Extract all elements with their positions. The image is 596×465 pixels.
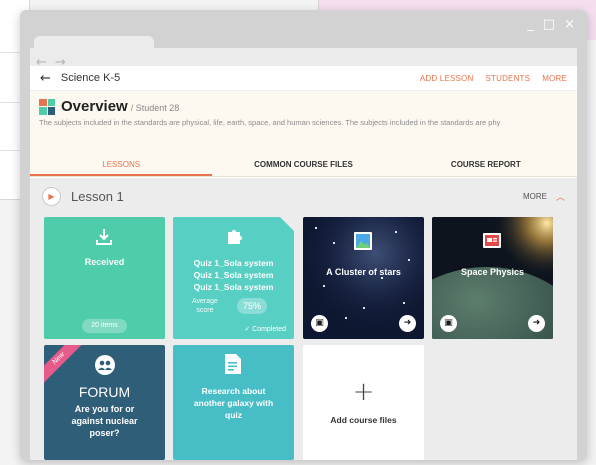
tab-common-course-files[interactable]: COMMON COURSE FILES	[212, 153, 394, 176]
star	[381, 277, 383, 279]
image-icon	[354, 232, 372, 250]
chevron-up-icon[interactable]: ︿	[556, 190, 565, 203]
course-header: ← Science K-5 ADD LESSON STUDENTS MORE	[30, 66, 577, 91]
card-title: Space Physics	[460, 267, 525, 277]
document-edit-icon	[225, 354, 241, 374]
image-type-icon[interactable]: ▣	[440, 315, 457, 332]
overview-section: Overview / Student 28 The subjects inclu…	[30, 91, 577, 153]
forum-card[interactable]: New FORUM Are you for or against nuclear…	[44, 345, 165, 460]
tab-bar: LESSONS COMMON COURSE FILES COURSE REPOR…	[30, 153, 577, 177]
more-link[interactable]: MORE	[542, 74, 567, 83]
card-title: Received	[84, 257, 125, 267]
slide-icon	[483, 233, 501, 248]
star	[333, 242, 335, 244]
students-link[interactable]: STUDENTS	[485, 74, 530, 83]
cluster-of-stars-card[interactable]: A Cluster of stars ▣ ➜	[303, 217, 424, 339]
score-badge: 75%	[237, 298, 267, 314]
minimize-icon[interactable]: _	[527, 17, 534, 32]
student-label: / Student 28	[130, 103, 180, 113]
star	[315, 227, 317, 229]
quiz-line: Quiz 1_Sola system	[193, 270, 274, 280]
back-arrow-icon[interactable]: ←	[40, 71, 51, 86]
maximize-icon[interactable]: □	[543, 17, 555, 32]
completed-status: ✓ Completed	[244, 326, 286, 333]
grid-square	[47, 107, 55, 115]
forum-users-icon	[95, 355, 115, 375]
puzzle-icon	[228, 230, 242, 244]
received-card[interactable]: Received 20 items	[44, 217, 165, 339]
grid-square	[39, 107, 47, 115]
forum-question-line: poser?	[89, 428, 120, 438]
star	[323, 285, 325, 287]
forum-question-line: against nuclear	[71, 416, 138, 426]
tab-course-report[interactable]: COURSE REPORT	[395, 153, 577, 176]
space-physics-card[interactable]: Space Physics ▣ ➜	[432, 217, 553, 339]
quiz-line: Quiz 1_Sola system	[193, 282, 274, 292]
forum-question-line: Are you for or	[74, 404, 135, 414]
lesson-more-button[interactable]: MORE	[523, 192, 547, 201]
star	[345, 317, 347, 319]
star	[408, 259, 410, 261]
add-course-files-button[interactable]: + Add course files	[303, 345, 424, 460]
add-course-files-label: Add course files	[330, 415, 397, 425]
page-title: Overview	[61, 98, 128, 115]
quiz-card[interactable]: Quiz 1_Sola system Quiz 1_Sola system Qu…	[173, 217, 294, 339]
arrow-right-icon[interactable]: ➜	[399, 315, 416, 332]
grid-square	[39, 98, 47, 106]
download-icon	[96, 229, 112, 245]
score-label: score	[196, 307, 214, 314]
star	[403, 302, 405, 304]
average-label: Average	[192, 298, 218, 305]
app-content: ← Science K-5 ADD LESSON STUDENTS MORE O…	[30, 66, 577, 460]
app-window: _ □ × ← → ← Science K-5 ADD LESSON STUDE…	[20, 10, 587, 460]
course-title: Science K-5	[60, 72, 121, 84]
add-lesson-link[interactable]: ADD LESSON	[420, 74, 474, 83]
quiz-list: Quiz 1_Sola system Quiz 1_Sola system Qu…	[173, 257, 294, 293]
quiz-line: Quiz 1_Sola system	[193, 258, 274, 268]
star	[363, 307, 365, 309]
page-fold	[280, 217, 294, 231]
lesson-title: Lesson 1	[71, 188, 124, 204]
header-actions: ADD LESSON STUDENTS MORE	[420, 74, 567, 83]
new-ribbon: New	[44, 345, 86, 386]
research-card[interactable]: Research about another galaxy with quiz	[173, 345, 294, 460]
close-icon[interactable]: ×	[564, 17, 575, 32]
overview-description: The subjects included in the standards a…	[39, 118, 501, 127]
average-score-label: Average score	[192, 297, 218, 315]
window-controls: _ □ ×	[527, 17, 575, 32]
forum-question: Are you for or against nuclear poser?	[44, 403, 165, 439]
plus-icon: +	[352, 377, 375, 407]
lesson-area: ▶ Lesson 1 MORE ︿ Received 20 items Quiz…	[30, 178, 577, 460]
play-icon[interactable]: ▶	[42, 186, 61, 206]
lesson-header: ▶ Lesson 1 MORE ︿	[30, 178, 577, 214]
overview-grid-icon	[39, 98, 55, 115]
image-type-icon[interactable]: ▣	[311, 315, 328, 332]
item-count-badge: 20 items	[82, 319, 127, 333]
research-title: Research about another galaxy with quiz	[193, 386, 274, 420]
grid-square	[47, 98, 55, 106]
forum-title: FORUM	[78, 384, 131, 400]
card-title: A Cluster of stars	[326, 267, 401, 277]
arrow-right-icon[interactable]: ➜	[528, 315, 545, 332]
star	[395, 231, 397, 233]
tab-lessons[interactable]: LESSONS	[30, 153, 213, 176]
